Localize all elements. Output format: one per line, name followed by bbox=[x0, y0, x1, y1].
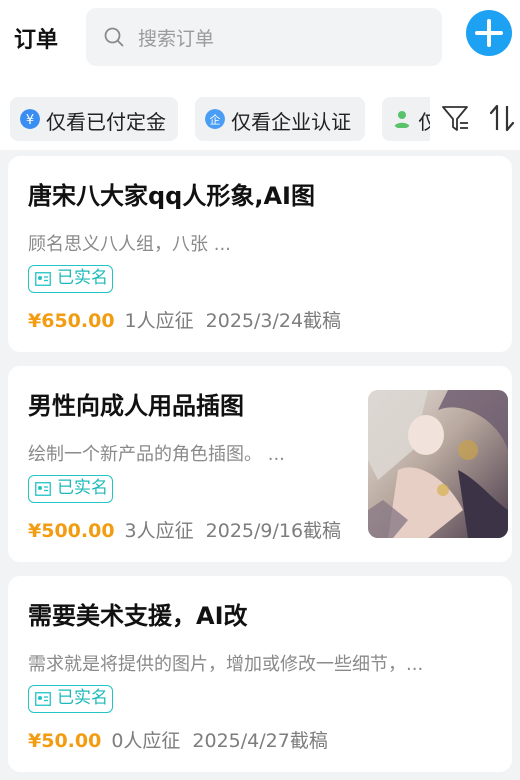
page-title: 订单 bbox=[14, 28, 59, 53]
search-input[interactable]: 搜索订单 bbox=[86, 8, 442, 66]
enterprise-badge-icon: 企 bbox=[205, 109, 226, 129]
verified-badge-label: 已实名 bbox=[57, 478, 108, 498]
order-deadline: 2025/4/27截稿 bbox=[192, 730, 328, 752]
order-description: 需求就是将提供的图片，增加或修改一些细节，... bbox=[28, 654, 424, 675]
verified-badge: 已实名 bbox=[28, 685, 113, 713]
order-description: 顾名思义八人组，八张 ... bbox=[28, 234, 231, 255]
order-price: ¥650.00 bbox=[28, 310, 115, 332]
id-card-icon bbox=[35, 692, 51, 706]
order-bidders: 0人应征 bbox=[111, 730, 181, 752]
search-placeholder: 搜索订单 bbox=[138, 28, 215, 50]
order-bidders: 3人应征 bbox=[124, 520, 194, 542]
plus-icon bbox=[475, 19, 503, 47]
order-description: 绘制一个新产品的角色插图。 ... bbox=[28, 444, 285, 465]
verified-badge-label: 已实名 bbox=[57, 688, 108, 708]
order-meta: ¥50.00 0人应征 2025/4/27截稿 bbox=[28, 726, 328, 753]
order-title: 需要美术支援，AI改 bbox=[28, 602, 248, 630]
top-bar: 订单 搜索订单 ¥ 仅看已付定金 企 仅看企业认证 仅 bbox=[0, 0, 520, 150]
order-title: 男性向成人用品插图 bbox=[28, 392, 244, 420]
filter-chip-row: ¥ 仅看已付定金 企 仅看企业认证 仅 bbox=[10, 97, 430, 141]
order-meta: ¥500.00 3人应征 2025/9/16截稿 bbox=[28, 516, 341, 543]
order-card[interactable]: 需要美术支援，AI改 需求就是将提供的图片，增加或修改一些细节，... 已实名 … bbox=[8, 576, 512, 772]
order-card[interactable]: 男性向成人用品插图 绘制一个新产品的角色插图。 ... 已实名 ¥500.00 3… bbox=[8, 366, 512, 562]
order-card[interactable]: 唐宋八大家qq人形象,AI图 顾名思义八人组，八张 ... 已实名 ¥650.0… bbox=[8, 156, 512, 352]
svg-text:企: 企 bbox=[210, 113, 221, 127]
verified-badge: 已实名 bbox=[28, 475, 113, 503]
verified-badge: 已实名 bbox=[28, 265, 113, 293]
verified-badge-label: 已实名 bbox=[57, 268, 108, 288]
order-meta: ¥650.00 1人应征 2025/3/24截稿 bbox=[28, 306, 341, 333]
yen-coin-icon: ¥ bbox=[20, 109, 40, 129]
id-card-icon bbox=[35, 272, 51, 286]
order-price: ¥500.00 bbox=[28, 520, 115, 542]
chip-label: 仅看企业认证 bbox=[231, 110, 352, 134]
chip-paid-deposit[interactable]: ¥ 仅看已付定金 bbox=[10, 97, 178, 141]
chip-enterprise-verified[interactable]: 企 仅看企业认证 bbox=[195, 97, 366, 141]
filter-icon[interactable] bbox=[440, 102, 470, 134]
svg-text:¥: ¥ bbox=[26, 113, 34, 128]
order-bidders: 1人应征 bbox=[124, 310, 194, 332]
order-deadline: 2025/3/24截稿 bbox=[205, 310, 342, 332]
order-title: 唐宋八大家qq人形象,AI图 bbox=[28, 182, 315, 210]
add-order-button[interactable] bbox=[466, 10, 512, 56]
chip-label: 仅看已付定金 bbox=[46, 110, 166, 134]
order-price: ¥50.00 bbox=[28, 730, 102, 752]
order-thumbnail[interactable] bbox=[368, 390, 508, 538]
id-card-icon bbox=[35, 482, 51, 496]
chip-label: 仅 bbox=[418, 110, 430, 134]
sort-icon[interactable] bbox=[488, 102, 516, 134]
chip-partial[interactable]: 仅 bbox=[382, 97, 430, 141]
person-icon bbox=[394, 111, 411, 128]
order-deadline: 2025/9/16截稿 bbox=[205, 520, 342, 542]
search-icon bbox=[104, 27, 124, 47]
